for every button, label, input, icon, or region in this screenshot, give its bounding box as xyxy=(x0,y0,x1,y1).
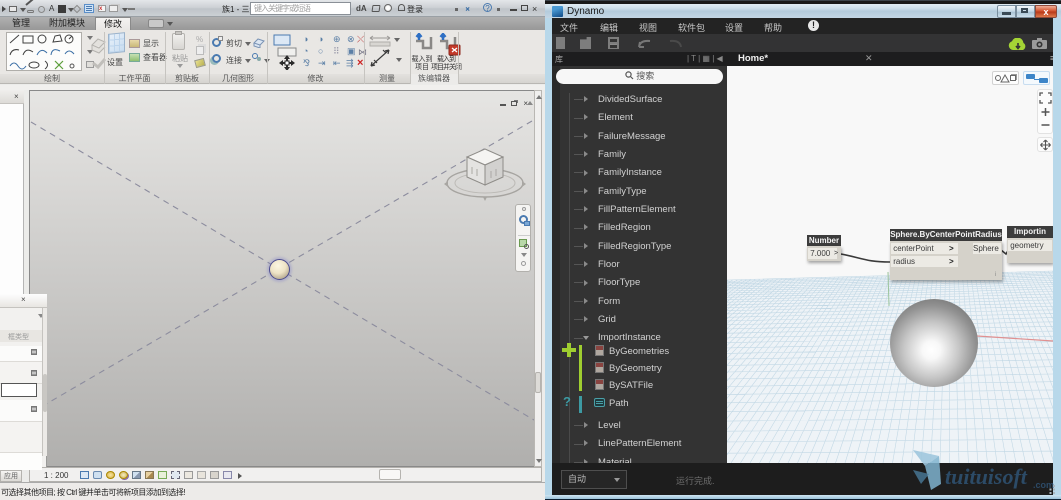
svg-text:tuituisoft: tuituisoft xyxy=(945,464,1028,489)
